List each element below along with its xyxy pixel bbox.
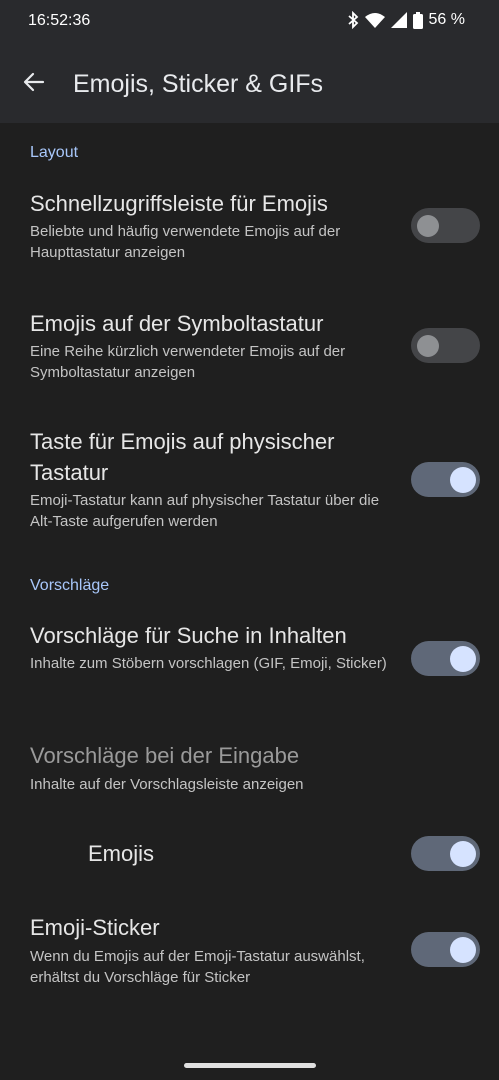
quick-bar-toggle[interactable]: [411, 208, 480, 243]
bluetooth-icon: [347, 11, 359, 29]
toggle-knob: [450, 467, 476, 493]
setting-physical-key[interactable]: Taste für Emojis auf physischer Tastatur…: [0, 425, 499, 545]
setting-description: Inhalte auf der Vorschlagsleiste anzeige…: [30, 776, 304, 793]
toggle-knob: [417, 215, 439, 237]
wifi-icon: [364, 12, 385, 28]
signal-icon: [390, 12, 407, 28]
setting-emoji-sticker[interactable]: Emoji-Sticker Wenn du Emojis auf der Emo…: [0, 911, 499, 1001]
symbol-keyboard-toggle[interactable]: [411, 328, 480, 363]
setting-title: Emoji-Sticker: [30, 915, 160, 940]
toggle-knob: [450, 646, 476, 672]
status-bar: 16:52:36 56 %: [0, 0, 499, 44]
setting-quick-bar[interactable]: Schnellzugriffsleiste für Emojis Beliebt…: [0, 187, 499, 277]
toggle-knob: [450, 937, 476, 963]
toggle-knob: [450, 841, 476, 867]
setting-emojis[interactable]: Emojis: [0, 828, 499, 878]
battery-percent: 56 %: [428, 11, 465, 28]
navigation-handle[interactable]: [184, 1063, 316, 1068]
setting-description: Emoji-Tastatur kann auf physischer Tasta…: [30, 492, 380, 530]
arrow-back-icon: [23, 71, 45, 98]
setting-symbol-keyboard[interactable]: Emojis auf der Symboltastatur Eine Reihe…: [0, 307, 499, 397]
setting-description: Eine Reihe kürzlich verwendeter Emojis a…: [30, 343, 346, 381]
emojis-toggle[interactable]: [411, 836, 480, 871]
search-suggestions-toggle[interactable]: [411, 641, 480, 676]
setting-typing-suggestions: Vorschläge bei der Eingabe Inhalte auf d…: [0, 739, 499, 799]
back-button[interactable]: [14, 64, 54, 104]
setting-title: Vorschläge bei der Eingabe: [30, 743, 300, 768]
emoji-sticker-toggle[interactable]: [411, 932, 480, 967]
status-icons: 56 %: [347, 11, 465, 29]
setting-search-suggestions[interactable]: Vorschläge für Suche in Inhalten Inhalte…: [0, 619, 499, 709]
setting-description: Wenn du Emojis auf der Emoji-Tastatur au…: [30, 948, 365, 986]
setting-description: Beliebte und häufig verwendete Emojis au…: [30, 223, 341, 261]
setting-title: Vorschläge für Suche in Inhalten: [30, 623, 347, 648]
physical-key-toggle[interactable]: [411, 462, 480, 497]
setting-title: Emojis auf der Symboltastatur: [30, 311, 324, 336]
setting-title: Taste für Emojis auf physischer Tastatur: [30, 429, 335, 485]
setting-title: Schnellzugriffsleiste für Emojis: [30, 191, 328, 216]
status-time: 16:52:36: [28, 12, 91, 29]
app-bar: Emojis, Sticker & GIFs: [0, 44, 499, 123]
section-header-layout: Layout: [30, 144, 79, 161]
page-title: Emojis, Sticker & GIFs: [73, 70, 324, 98]
toggle-knob: [417, 335, 439, 357]
setting-description: Inhalte zum Stöbern vorschlagen (GIF, Em…: [30, 655, 387, 672]
battery-icon: [412, 11, 423, 29]
section-header-suggestions: Vorschläge: [30, 577, 110, 594]
setting-title: Emojis: [88, 841, 155, 866]
